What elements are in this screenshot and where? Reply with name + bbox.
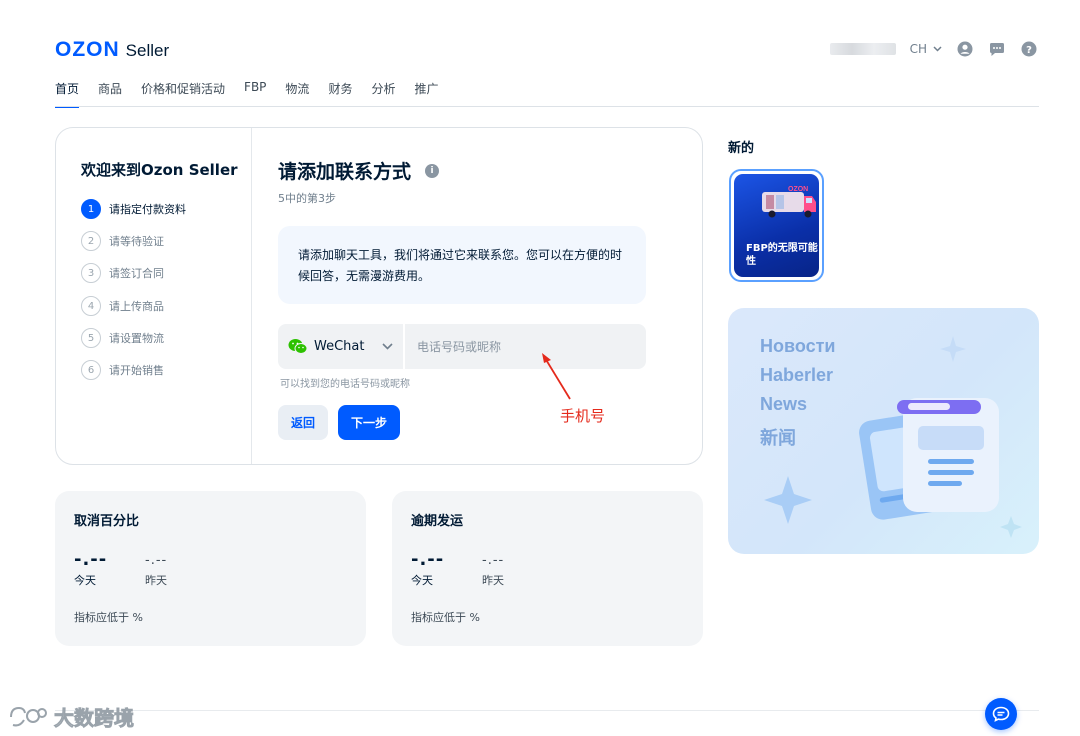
chat-icon[interactable] [988,40,1006,58]
watermark: 大数跨境 [8,702,134,731]
input-hint: 可以找到您的电话号码或昵称 [280,379,410,390]
nav-item-finance[interactable]: 财务 [328,80,352,108]
language-label: CH [909,42,927,56]
metric-yesterday-value: -.-- [145,553,168,568]
metric-today-value: -.-- [411,549,445,570]
cancel-rate-card: 取消百分比 -.-- -.-- 今天 昨天 指标应低于 % [55,491,366,646]
watermark-logo-icon [10,706,47,726]
metric-today-label: 今天 [411,574,433,587]
nav-item-analytics[interactable]: 分析 [371,80,395,108]
metric-threshold: 指标应低于 % [74,611,143,624]
metric-today-value: -.-- [74,549,108,570]
story-title: FBP的无限可能性 [746,243,818,267]
nav-divider [55,106,1039,107]
user-icon[interactable] [956,40,974,58]
help-icon[interactable]: ? [1020,40,1038,58]
chat-bubble-icon [992,706,1010,722]
metric-title: 取消百分比 [74,514,140,529]
step-number: 6 [81,360,101,380]
nav-item-prices-promotions[interactable]: 价格和促销活动 [141,80,225,108]
header-actions: CH ? [829,40,1038,58]
step-label: 请开始销售 [109,364,164,377]
step-number: 1 [81,199,101,219]
metric-threshold: 指标应低于 % [411,611,480,624]
back-button[interactable]: 返回 [278,405,328,440]
metric-yesterday-label: 昨天 [145,574,167,587]
step-label: 请设置物流 [109,332,164,345]
language-switcher[interactable]: CH [910,42,942,56]
nav-item-promotion[interactable]: 推广 [414,80,438,108]
step-number: 3 [81,263,101,283]
next-step-button[interactable]: 下一步 [338,405,400,440]
info-icon[interactable]: i [425,163,440,178]
chevron-down-icon [933,46,942,52]
phone-annotation: 手机号 [560,407,606,425]
nav-item-fbp[interactable]: FBP [244,80,266,108]
messenger-select[interactable]: WeChat [278,324,403,369]
footer-divider [55,710,1039,711]
logo-ozon-text: OZON [55,38,120,61]
nav-item-logistics[interactable]: 物流 [285,80,309,108]
story-thumbnail: OZON FBP的无限可能性 [734,174,819,277]
ozon-seller-logo[interactable]: OZON Seller [55,38,169,62]
step-number: 4 [81,296,101,316]
metric-yesterday-label: 昨天 [482,574,504,587]
step-item[interactable]: 2 请等待验证 [81,231,164,251]
step-item[interactable]: 3 请签订合同 [81,263,164,283]
late-shipment-card: 逾期发运 -.-- -.-- 今天 昨天 指标应低于 % [392,491,703,646]
truck-icon: OZON [762,186,816,218]
wechat-icon [288,339,308,354]
step-item[interactable]: 1 请指定付款资料 [81,199,186,219]
nav-item-products[interactable]: 商品 [98,80,122,108]
chevron-down-icon [382,343,393,350]
annotation-arrow-icon [542,353,571,400]
form-step-counter: 5中的第3步 [278,192,336,205]
nav-item-home[interactable]: 首页 [55,80,80,108]
phone-or-nickname-input[interactable] [405,324,646,369]
step-number: 2 [81,231,101,251]
messenger-selected-value: WeChat [314,339,365,354]
step-item[interactable]: 6 请开始销售 [81,360,164,380]
svg-text:?: ? [1026,45,1032,56]
logo-seller-text: Seller [125,41,170,60]
story-card-fbp[interactable]: OZON FBP的无限可能性 [729,169,824,282]
watermark-text: 大数跨境 [54,706,135,731]
welcome-title: 欢迎来到Ozon Seller [81,161,238,179]
metric-today-label: 今天 [74,574,96,587]
step-label: 请上传商品 [109,300,164,313]
onboarding-steps: 欢迎来到Ozon Seller 1 请指定付款资料 2 请等待验证 3 请签订合… [56,128,252,464]
step-label: 请等待验证 [109,235,164,248]
contact-form-title: 请添加联系方式 i [278,157,440,184]
svg-text:OZON: OZON [788,186,808,193]
step-number: 5 [81,328,101,348]
step-label: 请指定付款资料 [109,203,186,216]
onboarding-card: 欢迎来到Ozon Seller 1 请指定付款资料 2 请等待验证 3 请签订合… [55,127,703,465]
form-title-text: 请添加联系方式 [278,161,412,183]
step-item[interactable]: 4 请上传商品 [81,296,164,316]
support-chat-button[interactable] [985,698,1017,730]
main-nav: 首页 商品 价格和促销活动 FBP 物流 财务 分析 推广 [55,80,438,108]
account-name-blurred[interactable] [829,43,896,55]
ozon-seller-dashboard: OZON Seller CH ? 首页 商品 价格和促销活动 FBP 物流 财务… [0,0,1080,736]
newspaper-illustration-icon [764,336,1022,538]
metric-title: 逾期发运 [411,514,464,529]
news-banner[interactable]: Новости Haberler News 新闻 [728,308,1039,554]
step-item[interactable]: 5 请设置物流 [81,328,164,348]
metric-yesterday-value: -.-- [482,553,505,568]
new-section-title: 新的 [728,141,755,156]
step-label: 请签订合同 [109,267,164,280]
contact-notice: 请添加聊天工具，我们将通过它来联系您。您可以在方便的时候回答，无需漫游费用。 [278,226,646,304]
